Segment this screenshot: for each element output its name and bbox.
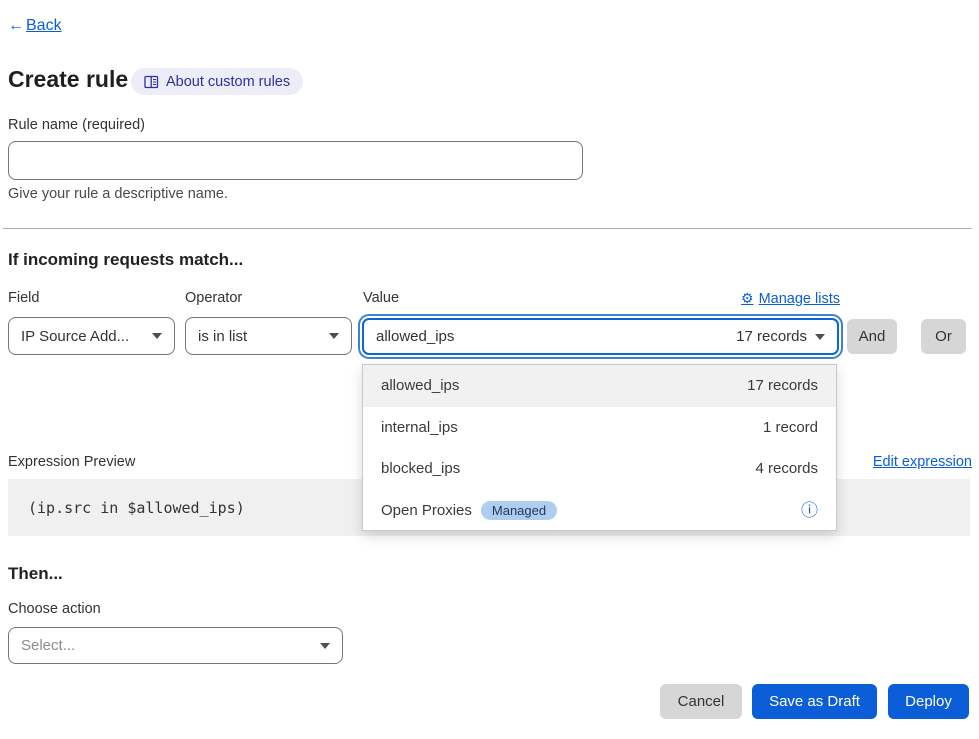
back-link[interactable]: ←Back [8, 17, 62, 35]
list-option-open-proxies[interactable]: Open Proxies Managed ⓘ [363, 490, 836, 532]
save-as-draft-button[interactable]: Save as Draft [752, 684, 877, 719]
action-select[interactable]: Select... [8, 627, 343, 664]
about-custom-rules-link[interactable]: About custom rules [131, 68, 303, 95]
section-divider [3, 228, 972, 229]
list-option-allowed-ips[interactable]: allowed_ips 17 records [363, 365, 836, 407]
value-select[interactable]: allowed_ips 17 records [362, 318, 839, 355]
list-option-record-count: 1 record [763, 419, 818, 436]
list-option-name: allowed_ips [381, 377, 459, 394]
info-icon[interactable]: ⓘ [801, 502, 818, 519]
then-section-heading: Then... [8, 564, 63, 584]
list-option-internal-ips[interactable]: internal_ips 1 record [363, 407, 836, 449]
list-option-blocked-ips[interactable]: blocked_ips 4 records [363, 448, 836, 490]
operator-select[interactable]: is in list [185, 317, 352, 355]
deploy-button[interactable]: Deploy [888, 684, 969, 719]
field-select-value: IP Source Add... [21, 328, 129, 345]
manage-lists-label: Manage lists [759, 291, 840, 307]
expression-code: (ip.src in $allowed_ips) [28, 499, 245, 517]
rule-name-label: Rule name (required) [8, 117, 145, 133]
operator-label: Operator [185, 290, 242, 306]
managed-badge: Managed [481, 501, 557, 520]
choose-action-label: Choose action [8, 601, 101, 617]
edit-expression-link[interactable]: Edit expression [873, 454, 972, 470]
manage-lists-link[interactable]: ⚙ Manage lists [741, 290, 840, 307]
or-button[interactable]: Or [921, 319, 966, 354]
chevron-down-icon [152, 333, 162, 339]
chevron-down-icon [320, 643, 330, 649]
rule-name-helper-text: Give your rule a descriptive name. [8, 186, 228, 202]
and-button[interactable]: And [847, 319, 897, 354]
expression-preview-label: Expression Preview [8, 454, 135, 470]
book-icon [144, 75, 159, 89]
gear-icon: ⚙ [741, 290, 754, 307]
action-select-placeholder: Select... [21, 637, 75, 654]
value-select-record-count: 17 records [736, 328, 807, 345]
list-option-record-count: 4 records [755, 460, 818, 477]
page-title: Create rule [8, 66, 128, 93]
cancel-button[interactable]: Cancel [660, 684, 742, 719]
value-select-value: allowed_ips [376, 328, 454, 345]
chevron-down-icon [815, 334, 825, 340]
list-option-name: blocked_ips [381, 460, 460, 477]
field-select[interactable]: IP Source Add... [8, 317, 175, 355]
list-dropdown-panel: allowed_ips 17 records internal_ips 1 re… [362, 364, 837, 531]
operator-select-value: is in list [198, 328, 247, 345]
chevron-down-icon [329, 333, 339, 339]
back-link-label: Back [26, 17, 62, 34]
back-arrow-icon: ← [8, 17, 24, 35]
value-label: Value [363, 290, 399, 306]
list-option-name: internal_ips [381, 419, 458, 436]
list-option-name: Open Proxies [381, 502, 472, 519]
match-section-heading: If incoming requests match... [8, 250, 243, 270]
about-custom-rules-label: About custom rules [166, 74, 290, 90]
field-label: Field [8, 290, 39, 306]
rule-name-input[interactable] [8, 141, 583, 180]
create-rule-page: ←Back Create rule About custom rules Rul… [0, 0, 979, 739]
list-option-record-count: 17 records [747, 377, 818, 394]
